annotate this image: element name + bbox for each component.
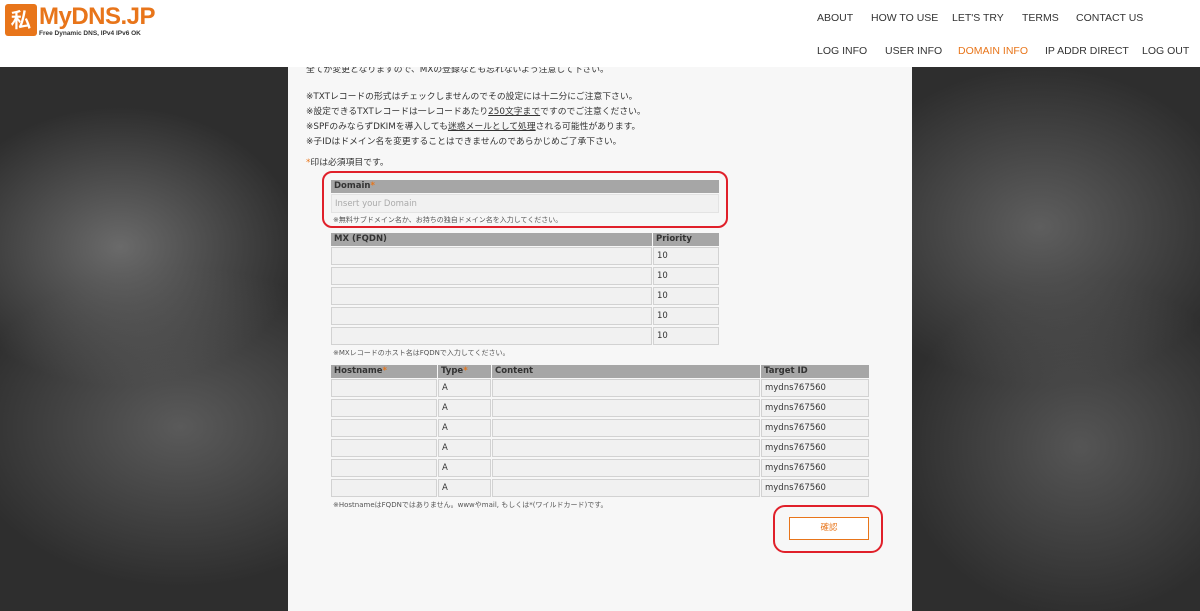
nav-how-to-use[interactable]: HOW TO USE: [871, 12, 938, 24]
logo-mark: 私: [5, 4, 37, 36]
mx-priority-input[interactable]: [653, 307, 719, 325]
record-type-select[interactable]: A: [438, 459, 491, 477]
records-hint: ※HostnameはFQDNではありません。wwwやmail, もしくは*(ワイ…: [333, 501, 608, 509]
record-target-select[interactable]: mydns767560: [761, 439, 869, 457]
record-type-select[interactable]: A: [438, 419, 491, 437]
domain-input[interactable]: [331, 194, 719, 213]
note-txt-format: ※TXTレコードの形式はチェックしませんのでその設定には十二分にご注意下さい。: [306, 92, 638, 102]
record-content-input[interactable]: [492, 399, 760, 417]
record-content-input[interactable]: [492, 439, 760, 457]
record-type-select[interactable]: A: [438, 379, 491, 397]
nav-user-info[interactable]: USER INFO: [885, 45, 942, 57]
mx-fqdn-input[interactable]: [331, 267, 652, 285]
record-type-select[interactable]: A: [438, 439, 491, 457]
records-target-header: Target ID: [761, 365, 869, 378]
record-hostname-input[interactable]: [331, 459, 437, 477]
mx-fqdn-input[interactable]: [331, 247, 652, 265]
record-target-select[interactable]: mydns767560: [761, 459, 869, 477]
mx-fqdn-input[interactable]: [331, 287, 652, 305]
record-type-select[interactable]: A: [438, 479, 491, 497]
mx-priority-header: Priority: [653, 233, 719, 246]
mx-priority-input[interactable]: [653, 247, 719, 265]
nav-about[interactable]: ABOUT: [817, 12, 853, 24]
nav-log-out[interactable]: LOG OUT: [1142, 45, 1189, 57]
note-child-id: ※子IDはドメイン名を変更することはできませんのであらかじめご了承下さい。: [306, 137, 622, 147]
note-required: *印は必須項目です。: [306, 158, 389, 168]
record-hostname-input[interactable]: [331, 479, 437, 497]
site-logo[interactable]: 私 MyDNS.JP Free Dynamic DNS, IPv4 IPv6 O…: [5, 3, 156, 42]
nav-domain-info[interactable]: DOMAIN INFO: [958, 45, 1028, 57]
records-type-header: Type*: [438, 365, 491, 378]
logo-name: MyDNS.JP: [39, 3, 156, 30]
records-hostname-header: Hostname*: [331, 365, 437, 378]
record-type-select[interactable]: A: [438, 399, 491, 417]
nav-terms[interactable]: TERMS: [1022, 12, 1059, 24]
mx-priority-input[interactable]: [653, 287, 719, 305]
logo-tagline: Free Dynamic DNS, IPv4 IPv6 OK: [39, 30, 141, 37]
domain-header: Domain*: [331, 180, 719, 193]
mx-hint: ※MXレコードのホスト名はFQDNで入力してください。: [333, 349, 510, 357]
record-content-input[interactable]: [492, 479, 760, 497]
note-txt-length: ※設定できるTXTレコードは一レコードあたり250文字までですのでご注意ください…: [306, 107, 646, 117]
record-hostname-input[interactable]: [331, 379, 437, 397]
record-content-input[interactable]: [492, 459, 760, 477]
record-target-select[interactable]: mydns767560: [761, 399, 869, 417]
record-hostname-input[interactable]: [331, 439, 437, 457]
record-target-select[interactable]: mydns767560: [761, 419, 869, 437]
nav-log-info[interactable]: LOG INFO: [817, 45, 867, 57]
record-target-select[interactable]: mydns767560: [761, 379, 869, 397]
mx-priority-input[interactable]: [653, 267, 719, 285]
records-content-header: Content: [492, 365, 760, 378]
nav-ip-addr-direct[interactable]: IP ADDR DIRECT: [1045, 45, 1129, 57]
mx-priority-input[interactable]: [653, 327, 719, 345]
note-spf-dkim: ※SPFのみならずDKIMを導入しても迷惑メールとして処理される可能性があります…: [306, 122, 641, 132]
record-hostname-input[interactable]: [331, 399, 437, 417]
mx-fqdn-header: MX (FQDN): [331, 233, 652, 246]
record-hostname-input[interactable]: [331, 419, 437, 437]
record-content-input[interactable]: [492, 379, 760, 397]
record-target-select[interactable]: mydns767560: [761, 479, 869, 497]
domain-hint: ※無料サブドメイン名か、お持ちの独自ドメイン名を入力してください。: [333, 216, 563, 224]
site-header: 私 MyDNS.JP Free Dynamic DNS, IPv4 IPv6 O…: [0, 0, 1200, 67]
mx-fqdn-input[interactable]: [331, 327, 652, 345]
mx-fqdn-input[interactable]: [331, 307, 652, 325]
nav-contact-us[interactable]: CONTACT US: [1076, 12, 1143, 24]
nav-lets-try[interactable]: LET'S TRY: [952, 12, 1004, 24]
confirm-button[interactable]: 確認: [789, 517, 869, 540]
record-content-input[interactable]: [492, 419, 760, 437]
